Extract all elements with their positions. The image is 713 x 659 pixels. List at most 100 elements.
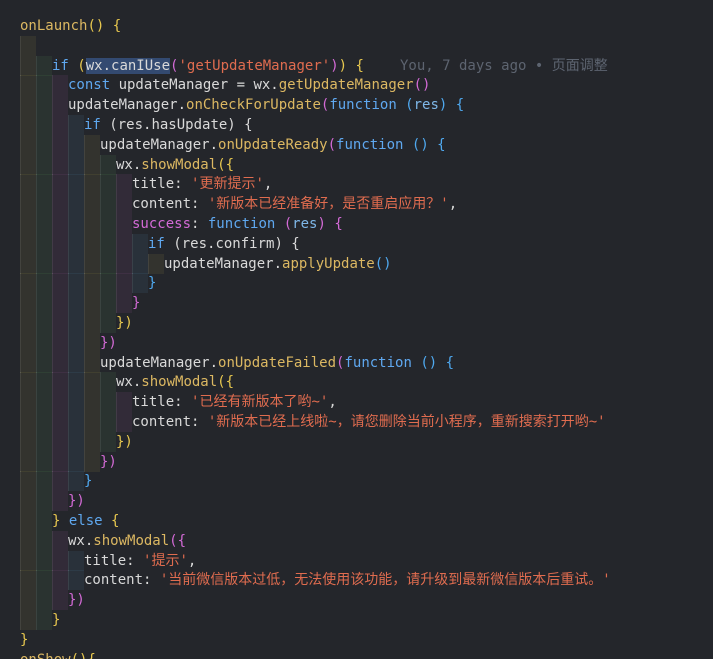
code-line[interactable]: updateManager.onUpdateReady(function () … bbox=[0, 134, 713, 155]
indent-guide-line bbox=[36, 570, 37, 591]
git-blame-annotation: You, 7 days ago • 页面调整 bbox=[400, 57, 608, 74]
indent-guide-line bbox=[36, 214, 37, 234]
indent-guide bbox=[100, 174, 116, 195]
indent-guide bbox=[20, 273, 36, 294]
code-line[interactable]: onLaunch() { bbox=[0, 16, 713, 36]
code-line[interactable] bbox=[0, 35, 713, 56]
indent-guide bbox=[20, 332, 36, 353]
code-token: }) bbox=[68, 592, 85, 609]
indent-guide bbox=[52, 214, 68, 234]
indent-guide bbox=[84, 392, 100, 413]
code-token: (res.confirm) { bbox=[173, 235, 300, 252]
indent-guide-line bbox=[52, 530, 53, 551]
indent-guide bbox=[36, 194, 52, 215]
indent-guide-line bbox=[100, 412, 101, 432]
indent-guide bbox=[20, 95, 36, 116]
code-line[interactable]: updateManager.applyUpdate() bbox=[0, 253, 713, 274]
indent-guide bbox=[52, 530, 68, 551]
code-line[interactable]: } bbox=[0, 273, 713, 294]
indent-guide-line bbox=[84, 293, 85, 314]
indent-guide-line bbox=[52, 590, 53, 611]
code-line[interactable]: title: '提示', bbox=[0, 550, 713, 571]
code-token: content: bbox=[84, 572, 160, 589]
indent-guide bbox=[36, 511, 52, 531]
code-line[interactable]: } bbox=[0, 610, 713, 630]
indent-guide bbox=[84, 352, 100, 373]
indent-guide-line bbox=[116, 273, 117, 294]
code-line[interactable]: } bbox=[0, 471, 713, 492]
code-line[interactable]: content: '新版本已经准备好，是否重启应用？', bbox=[0, 194, 713, 215]
indent-guide-line bbox=[52, 392, 53, 413]
indent-guide-line bbox=[84, 392, 85, 413]
indent-guide bbox=[52, 332, 68, 353]
code-line[interactable]: title: '更新提示', bbox=[0, 174, 713, 195]
indent-guide-line bbox=[36, 194, 37, 215]
indent-guide-line bbox=[100, 253, 101, 274]
indent-guide-line bbox=[36, 253, 37, 274]
code-line[interactable]: }) bbox=[0, 590, 713, 611]
code-line[interactable]: } bbox=[0, 630, 713, 650]
code-line[interactable]: wx.showModal({ bbox=[0, 154, 713, 175]
code-line[interactable]: }) bbox=[0, 313, 713, 333]
indent-guide-line bbox=[84, 273, 85, 294]
code-line[interactable]: } else { bbox=[0, 511, 713, 531]
indent-guide-line bbox=[68, 431, 69, 452]
indent-guide-line bbox=[100, 214, 101, 234]
code-line[interactable]: }) bbox=[0, 491, 713, 512]
code-line[interactable]: }) bbox=[0, 431, 713, 452]
code-line[interactable]: content: '当前微信版本过低，无法使用该功能，请升级到最新微信版本后重试… bbox=[0, 570, 713, 591]
code-line[interactable]: }) bbox=[0, 451, 713, 472]
code-line[interactable]: content: '新版本已经上线啦~，请您删除当前小程序，重新搜索打开哟~' bbox=[0, 412, 713, 432]
code-token: if bbox=[148, 235, 174, 252]
indent-guide-line bbox=[52, 273, 53, 294]
indent-guide bbox=[68, 412, 84, 432]
indent-guide bbox=[20, 570, 36, 591]
code-line[interactable]: success: function (res) { bbox=[0, 214, 713, 234]
indent-guide bbox=[36, 273, 52, 294]
code-token: ) { bbox=[438, 97, 465, 114]
indent-guide bbox=[84, 174, 100, 195]
indent-guide-line bbox=[68, 372, 69, 393]
indent-guide-line bbox=[68, 332, 69, 353]
indent-guide bbox=[52, 115, 68, 135]
indent-guide bbox=[84, 431, 100, 452]
indent-guide bbox=[52, 491, 68, 512]
indent-guide-line bbox=[20, 313, 21, 333]
code-text: } bbox=[84, 471, 92, 491]
indent-guide bbox=[20, 431, 36, 452]
indent-guide-line bbox=[52, 491, 53, 512]
code-line[interactable]: updateManager.onUpdateFailed(function ()… bbox=[0, 352, 713, 373]
indent-guide-line bbox=[20, 134, 21, 155]
code-line[interactable]: updateManager.onCheckForUpdate(function … bbox=[0, 95, 713, 116]
code-line[interactable]: if (res.confirm) { bbox=[0, 233, 713, 254]
indent-guide-line bbox=[52, 154, 53, 175]
code-line[interactable]: } bbox=[0, 293, 713, 314]
indent-guide bbox=[100, 214, 116, 234]
code-line[interactable]: wx.showModal({ bbox=[0, 530, 713, 551]
indent-guide bbox=[20, 511, 36, 531]
indent-guide bbox=[20, 412, 36, 432]
indent-guide bbox=[100, 293, 116, 314]
code-line[interactable]: title: '已经有新版本了哟~', bbox=[0, 392, 713, 413]
code-token: ({ bbox=[169, 532, 187, 549]
code-token: }) bbox=[68, 493, 85, 510]
code-line[interactable]: if (res.hasUpdate) { bbox=[0, 115, 713, 135]
indent-guide bbox=[20, 134, 36, 155]
code-line[interactable]: if (wx.canIUse('getUpdateManager')) {You… bbox=[0, 55, 713, 76]
code-line[interactable]: const updateManager = wx.getUpdateManage… bbox=[0, 75, 713, 96]
indent-guide bbox=[84, 273, 100, 294]
indent-guide-line bbox=[68, 214, 69, 234]
indent-guide bbox=[68, 550, 84, 571]
code-text: }) bbox=[68, 491, 85, 511]
indent-guide-line bbox=[20, 332, 21, 353]
indent-guide bbox=[52, 154, 68, 175]
code-token: showModal bbox=[93, 532, 170, 549]
code-token: (){ bbox=[71, 652, 96, 659]
indent-guide-line bbox=[52, 214, 53, 234]
code-line[interactable]: onShow(){ bbox=[0, 650, 713, 659]
code-line[interactable]: }) bbox=[0, 332, 713, 353]
indent-guide-line bbox=[68, 471, 69, 492]
code-editor[interactable]: onLaunch() { if (wx.canIUse('getUpdateMan… bbox=[0, 0, 713, 659]
code-line[interactable]: wx.showModal({ bbox=[0, 372, 713, 393]
indent-guide-line bbox=[36, 471, 37, 492]
